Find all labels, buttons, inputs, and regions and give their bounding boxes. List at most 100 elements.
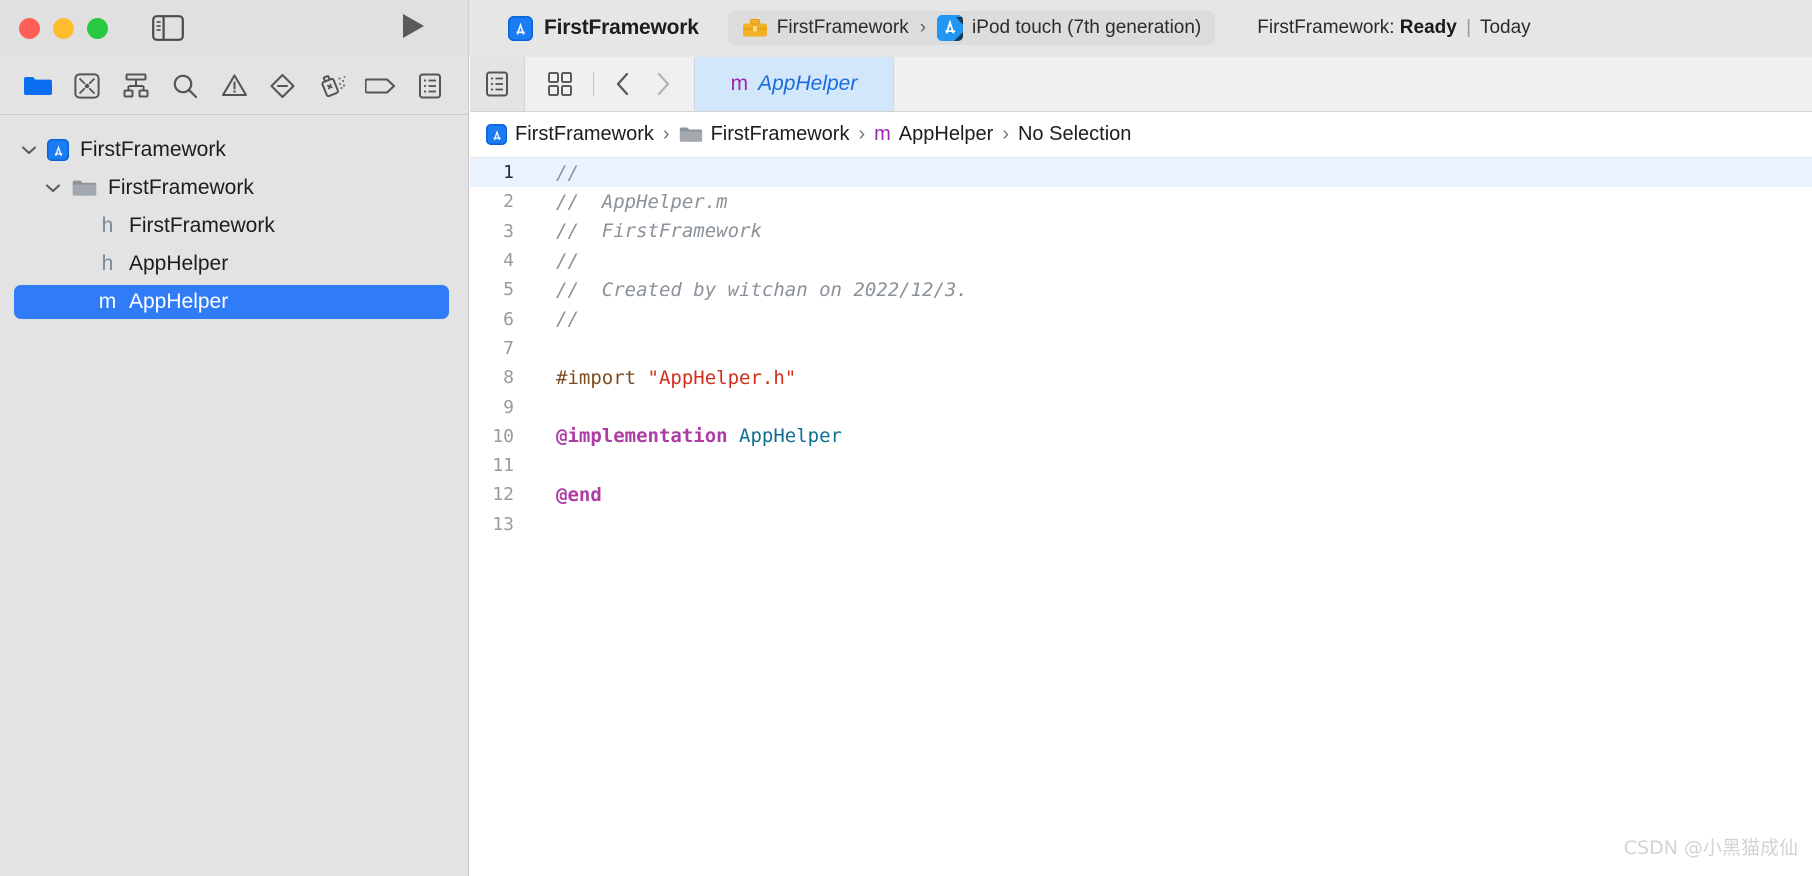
tree-row-file-firstframework-h[interactable]: h FirstFramework xyxy=(0,207,468,245)
status-state: Ready xyxy=(1400,17,1457,38)
breakpoint-navigator-icon[interactable] xyxy=(356,66,405,106)
test-navigator-icon[interactable] xyxy=(258,66,307,106)
code-text[interactable]: // xyxy=(526,250,579,272)
code-text[interactable]: // AppHelper.m xyxy=(526,191,728,213)
tree-row-file-apphelper-m[interactable]: m AppHelper xyxy=(0,283,468,321)
line-number: 1 xyxy=(470,162,526,183)
destination-name: iPod touch (7th generation) xyxy=(972,17,1201,39)
debug-navigator-icon[interactable] xyxy=(307,66,356,106)
code-line[interactable]: 4// xyxy=(470,246,1812,275)
chevron-right-icon[interactable] xyxy=(646,72,680,96)
code-text[interactable]: // xyxy=(526,162,579,184)
symbol-navigator-icon[interactable] xyxy=(112,66,161,106)
tree-row-project[interactable]: FirstFramework xyxy=(0,131,468,169)
status-separator: | xyxy=(1466,17,1471,38)
line-number: 13 xyxy=(470,514,526,535)
report-navigator-icon[interactable] xyxy=(405,66,454,106)
tab-label: AppHelper xyxy=(758,72,857,96)
editor-tab-apphelper-m[interactable]: m AppHelper xyxy=(694,57,894,111)
code-line[interactable]: 8#import "AppHelper.h" xyxy=(470,363,1812,392)
close-window-button[interactable] xyxy=(19,18,40,39)
code-line[interactable]: 9 xyxy=(470,392,1812,421)
source-control-navigator-icon[interactable] xyxy=(63,66,112,106)
code-text[interactable]: #import "AppHelper.h" xyxy=(526,367,796,389)
toolbar-left-section xyxy=(0,0,469,57)
header-file-icon: h xyxy=(97,214,118,238)
tree-row-group[interactable]: FirstFramework xyxy=(0,169,468,207)
scheme-name: FirstFramework xyxy=(777,17,909,39)
editor-options-icon[interactable] xyxy=(470,57,525,111)
code-line[interactable]: 13 xyxy=(470,510,1812,539)
code-line[interactable]: 7 xyxy=(470,334,1812,363)
scheme-destination-selector[interactable]: FirstFramework › iPod touch (7th generat… xyxy=(728,11,1216,45)
breadcrumb-separator: › xyxy=(858,123,865,146)
code-line[interactable]: 2// AppHelper.m xyxy=(470,187,1812,216)
activity-status-bar: FirstFramework: Ready | Today xyxy=(1257,17,1530,39)
code-text[interactable]: // Created by witchan on 2022/12/3. xyxy=(526,279,968,301)
tree-label: FirstFramework xyxy=(129,214,275,238)
code-line[interactable]: 6// xyxy=(470,304,1812,333)
chevron-down-icon[interactable] xyxy=(18,139,40,161)
navigator-selector-bar xyxy=(0,57,468,115)
code-text[interactable]: // FirstFramework xyxy=(526,220,762,242)
navigator-panel: FirstFramework FirstFramework xyxy=(0,57,469,876)
line-number: 12 xyxy=(470,484,526,505)
code-token: // xyxy=(556,308,579,330)
implementation-file-icon: m xyxy=(731,72,749,96)
line-number: 4 xyxy=(470,250,526,271)
tree-row-file-apphelper-h[interactable]: h AppHelper xyxy=(0,245,468,283)
breadcrumb-label: AppHelper xyxy=(899,123,994,146)
breadcrumb-group[interactable]: FirstFramework xyxy=(679,123,850,146)
breadcrumb-file[interactable]: m AppHelper xyxy=(874,123,993,146)
project-navigator-icon[interactable] xyxy=(14,66,63,106)
code-line[interactable]: 10@implementation AppHelper xyxy=(470,422,1812,451)
xcode-window: FirstFramework FirstFramework › xyxy=(0,0,1812,876)
breadcrumb-separator: › xyxy=(1002,123,1009,146)
code-text[interactable]: @implementation AppHelper xyxy=(526,425,842,447)
code-line[interactable]: 5// Created by witchan on 2022/12/3. xyxy=(470,275,1812,304)
chevron-left-icon[interactable] xyxy=(606,72,640,96)
code-token xyxy=(728,425,739,447)
editor-area: m AppHelper FirstFramework › xyxy=(470,57,1812,876)
code-token: // xyxy=(556,162,579,184)
line-number: 11 xyxy=(470,455,526,476)
app-store-icon xyxy=(486,124,507,145)
app-store-icon xyxy=(47,139,69,161)
editor-nav-controls xyxy=(525,57,694,111)
tree-label: FirstFramework xyxy=(108,176,254,200)
code-token: // Created by witchan on 2022/12/3. xyxy=(556,279,968,301)
code-text[interactable]: @end xyxy=(526,484,602,506)
breadcrumb-project[interactable]: FirstFramework xyxy=(486,123,654,146)
code-line[interactable]: 3// FirstFramework xyxy=(470,217,1812,246)
chevron-down-icon[interactable] xyxy=(42,177,64,199)
source-code-editor[interactable]: 1//2// AppHelper.m3// FirstFramework4//5… xyxy=(470,158,1812,876)
status-prefix: FirstFramework: xyxy=(1257,17,1394,38)
code-token: "AppHelper.h" xyxy=(648,367,797,389)
line-number: 9 xyxy=(470,397,526,418)
toolbox-icon xyxy=(742,18,768,38)
code-token: #import xyxy=(556,367,648,389)
breadcrumb-label: No Selection xyxy=(1018,123,1131,146)
issue-navigator-icon[interactable] xyxy=(210,66,259,106)
run-play-icon[interactable] xyxy=(400,12,426,45)
simulator-icon xyxy=(937,15,963,41)
zoom-window-button[interactable] xyxy=(87,18,108,39)
breadcrumb-separator: › xyxy=(663,123,670,146)
breadcrumb-label: FirstFramework xyxy=(711,123,850,146)
find-navigator-icon[interactable] xyxy=(161,66,210,106)
status-time: Today xyxy=(1480,17,1531,38)
tab-grid-icon[interactable] xyxy=(539,71,581,97)
code-token: // AppHelper.m xyxy=(556,191,728,213)
code-line[interactable]: 12@end xyxy=(470,480,1812,509)
breadcrumb-selection[interactable]: No Selection xyxy=(1018,123,1131,146)
header-file-icon: h xyxy=(97,252,118,276)
breadcrumb-label: FirstFramework xyxy=(515,123,654,146)
code-token: @implementation xyxy=(556,425,728,447)
minimize-window-button[interactable] xyxy=(53,18,74,39)
sidebar-toggle-icon[interactable] xyxy=(152,15,184,41)
jump-bar: FirstFramework › FirstFramework › m AppH… xyxy=(470,112,1812,158)
folder-icon xyxy=(72,178,97,198)
code-text[interactable]: // xyxy=(526,308,579,330)
code-line[interactable]: 1 // xyxy=(470,158,1812,187)
code-line[interactable]: 11 xyxy=(470,451,1812,480)
